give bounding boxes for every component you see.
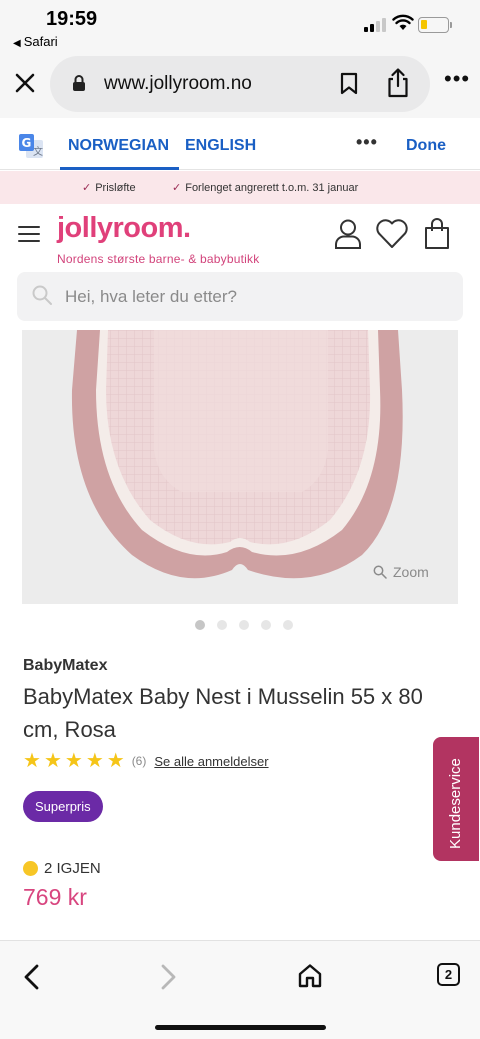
back-to-app-link[interactable]: ◀ Safari (13, 34, 58, 49)
star-icon: ★ (64, 750, 83, 772)
customer-service-label: Kundeservice (447, 758, 464, 849)
carousel-dot[interactable] (195, 620, 205, 630)
signal-icon (364, 18, 386, 32)
product-title: BabyMatex Baby Nest i Musselin 55 x 80 c… (23, 684, 423, 742)
back-icon[interactable] (21, 963, 41, 991)
battery-icon (418, 17, 449, 33)
product-rating: ★ ★ ★ ★ ★ (6) Se alle anmeldelser (23, 750, 269, 772)
carousel-dot[interactable] (239, 620, 249, 630)
back-app-label: Safari (23, 34, 58, 49)
site-header: jollyroom. Nordens største barne- & baby… (0, 204, 480, 272)
svg-text:文: 文 (33, 145, 43, 158)
carousel-dot[interactable] (283, 620, 293, 630)
superpris-badge: Superpris (23, 791, 103, 822)
site-tagline: Nordens største barne- & babybutikk (57, 252, 260, 266)
promo-item[interactable]: ✓ Prisløfte (82, 181, 136, 194)
safari-toolbar: 2 (0, 940, 480, 1039)
baby-nest-illustration (71, 330, 403, 579)
site-logo[interactable]: jollyroom. (57, 212, 191, 245)
product-price: 769 kr (23, 884, 87, 910)
shopping-bag-icon[interactable] (424, 218, 450, 250)
tab-english[interactable]: ENGLISH (185, 137, 256, 155)
heart-icon[interactable] (375, 218, 409, 250)
stock-text: 2 IGJEN (44, 860, 101, 877)
customer-service-tab[interactable]: Kundeservice (433, 737, 479, 861)
product-image[interactable] (22, 330, 458, 604)
zoom-icon (373, 565, 387, 579)
zoom-button[interactable]: Zoom (373, 564, 429, 580)
promo-strip: ✓ Prisløfte ✓ Forlenget angrerett t.o.m. 3… (0, 171, 480, 204)
zoom-label: Zoom (393, 564, 429, 580)
carousel-dot[interactable] (217, 620, 227, 630)
share-icon[interactable] (386, 68, 410, 98)
promo-item[interactable]: ✓ Forlenget angrerett t.o.m. 31 januar (172, 181, 358, 194)
search-box[interactable] (17, 272, 463, 321)
url-text: www.jollyroom.no (104, 73, 252, 94)
close-icon[interactable] (14, 72, 36, 94)
back-triangle-icon: ◀ (13, 38, 21, 49)
tab-norwegian[interactable]: NORWEGIAN (59, 137, 180, 170)
product-brand[interactable]: BabyMatex (23, 657, 107, 675)
address-bar[interactable]: www.jollyroom.no (50, 56, 430, 112)
home-icon[interactable] (297, 963, 323, 989)
google-translate-icon: 文 G (19, 134, 43, 158)
search-input[interactable] (65, 272, 445, 321)
search-icon (32, 285, 52, 305)
lock-icon (73, 75, 85, 91)
status-time: 19:59 (46, 8, 98, 30)
more-icon[interactable]: ••• (444, 68, 470, 90)
star-icon: ★ (106, 750, 125, 772)
bookmark-icon[interactable] (339, 72, 359, 96)
svg-text:G: G (22, 136, 32, 150)
star-icon: ★ (43, 750, 62, 772)
battery-tip (450, 22, 452, 28)
star-icon: ★ (23, 750, 41, 772)
forward-icon[interactable] (159, 963, 179, 991)
translate-bar: 文 G NORWEGIAN ENGLISH ••• Done (0, 118, 480, 170)
translate-more-icon[interactable]: ••• (356, 132, 378, 153)
menu-icon[interactable] (18, 226, 40, 242)
check-icon: ✓ (82, 182, 92, 194)
tabs-count: 2 (437, 963, 460, 986)
review-count: (6) (131, 754, 147, 768)
check-icon: ✓ (172, 182, 182, 194)
home-indicator[interactable] (155, 1025, 326, 1030)
done-button[interactable]: Done (406, 137, 446, 155)
carousel-dot[interactable] (261, 620, 271, 630)
browser-address-row: www.jollyroom.no ••• (0, 52, 480, 118)
carousel-dots (195, 620, 293, 630)
user-icon[interactable] (333, 218, 363, 250)
stock-indicator-icon (23, 861, 38, 876)
wifi-icon (392, 14, 414, 30)
star-icon: ★ (85, 750, 104, 772)
stock-status: 2 IGJEN (23, 860, 101, 877)
status-bar: 19:59 ◀ Safari (0, 0, 480, 52)
see-all-reviews-link[interactable]: Se alle anmeldelser (154, 754, 268, 769)
